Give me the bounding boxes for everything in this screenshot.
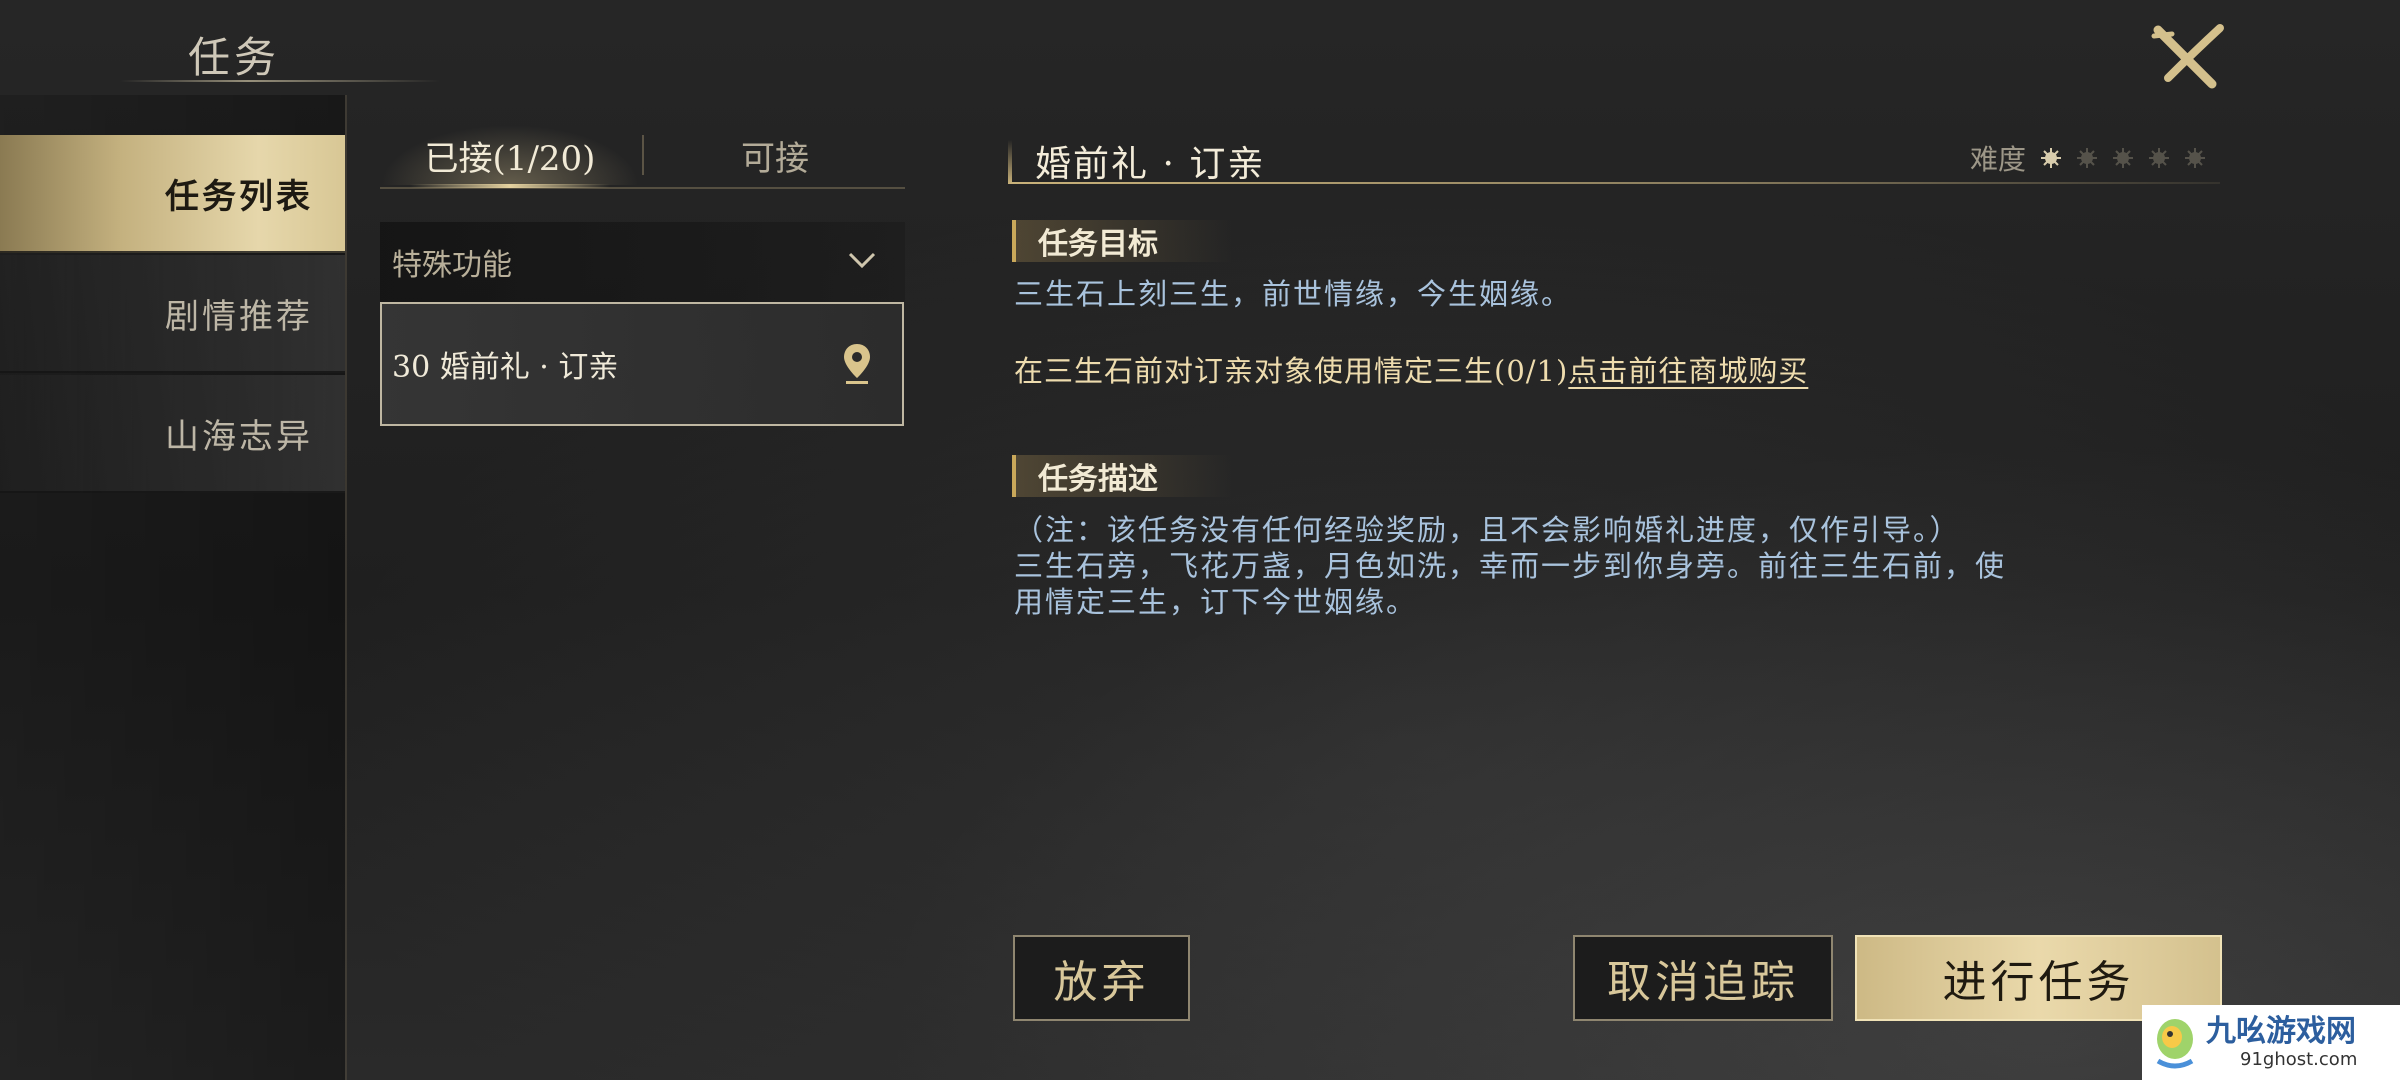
location-pin-icon[interactable] — [842, 342, 872, 386]
detail-title-mark — [1008, 140, 1012, 184]
description-heading: 任务描述 — [1012, 455, 1232, 497]
quest-list-item[interactable]: 30 婚前礼 · 订亲 — [380, 302, 904, 426]
detail-title: 婚前礼 · 订亲 — [1035, 144, 1266, 185]
difficulty-star-icon — [2149, 148, 2170, 168]
watermark-name: 九吆游戏网 — [2206, 1013, 2356, 1049]
watermark: 九吆游戏网 91ghost.com — [2142, 1005, 2400, 1080]
watermark-logo-icon — [2156, 1018, 2194, 1068]
abandon-button[interactable]: 放弃 — [1013, 935, 1190, 1021]
detail-title-line — [1010, 182, 2220, 184]
tab-divider — [642, 135, 644, 175]
title-underline — [120, 80, 440, 82]
close-button[interactable] — [2150, 22, 2230, 92]
tab-accepted[interactable]: 已接(1/20) — [380, 125, 640, 188]
watermark-url: 91ghost.com — [2240, 1048, 2358, 1070]
category-label: 特殊功能 — [392, 248, 512, 283]
close-icon — [2151, 24, 2224, 89]
quest-tabs: 已接(1/20) 可接 — [380, 125, 905, 189]
difficulty-star-icon — [2185, 148, 2206, 168]
left-nav: 任务列表 剧情推荐 山海志异 — [0, 95, 347, 1080]
difficulty-star-icon — [2113, 148, 2134, 168]
nav-item-shanhai[interactable]: 山海志异 — [0, 375, 345, 493]
objective-task: 在三生石前对订亲对象使用情定三生(0/1)点击前往商城购买 — [1014, 348, 1808, 390]
description-line: 三生石旁，飞花万盏，月色如洗，幸而一步到你身旁。前往三生石前，使 — [1014, 549, 2007, 583]
tab-available[interactable]: 可接 — [645, 125, 905, 185]
objective-task-text: 在三生石前对订亲对象使用情定三生(0/1) — [1014, 354, 1569, 388]
difficulty-star-icon — [2041, 148, 2062, 168]
objective-text: 三生石上刻三生，前世情缘，今生姻缘。 — [1014, 277, 1573, 311]
nav-item-quest-list[interactable]: 任务列表 — [0, 135, 345, 253]
description-line: 用情定三生，订下今世姻缘。 — [1014, 585, 1418, 619]
nav-item-story-recommend[interactable]: 剧情推荐 — [0, 255, 345, 373]
objective-heading: 任务目标 — [1012, 220, 1232, 262]
shop-buy-link[interactable]: 点击前往商城购买 — [1568, 354, 1808, 388]
description-line: （注：该任务没有任何经验奖励，且不会影响婚礼进度，仅作引导。） — [1014, 513, 1961, 547]
chevron-down-icon — [848, 252, 876, 269]
difficulty-star-icon — [2077, 148, 2098, 168]
difficulty-rating: 难度 — [1970, 138, 2220, 178]
difficulty-label: 难度 — [1970, 143, 2027, 176]
nav-item-label: 任务列表 — [165, 176, 313, 217]
page-title: 任务 — [188, 33, 281, 82]
nav-item-label: 剧情推荐 — [165, 296, 313, 337]
untrack-button[interactable]: 取消追踪 — [1573, 935, 1833, 1021]
nav-item-label: 山海志异 — [165, 416, 313, 457]
quest-item-label: 30 婚前礼 · 订亲 — [392, 350, 619, 385]
watermark-text: 九吆游戏网 91ghost.com — [2206, 1013, 2358, 1071]
category-dropdown[interactable]: 特殊功能 — [380, 222, 905, 302]
